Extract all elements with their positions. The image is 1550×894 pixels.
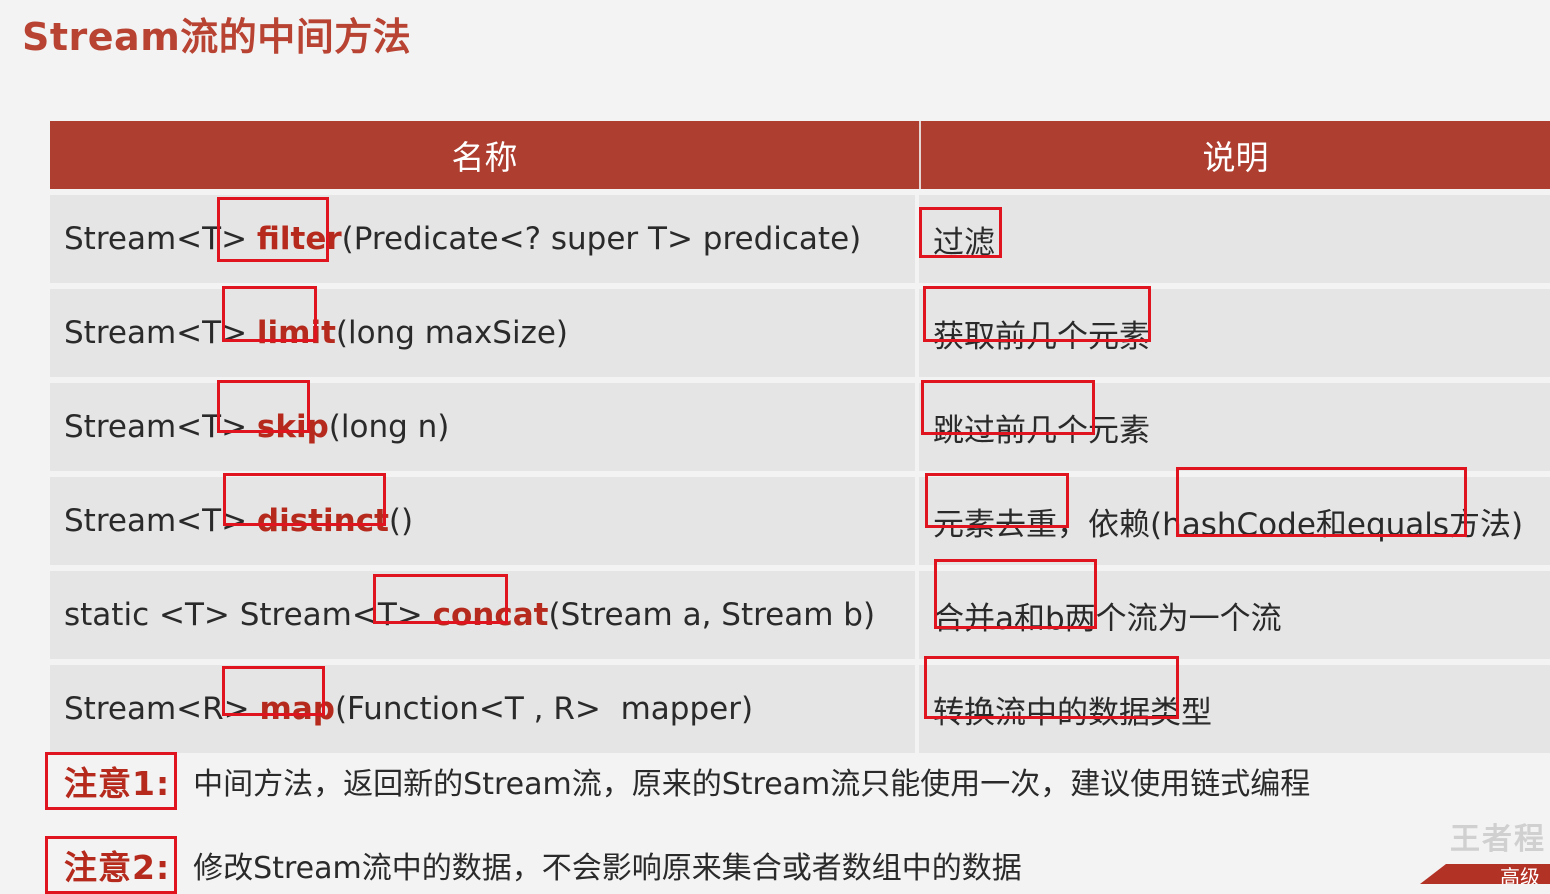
method-signature: Stream<T> distinct() <box>50 477 919 565</box>
method-description: 跳过前几个元素 <box>933 412 1150 449</box>
slide-title: Stream流的中间方法 <box>22 15 412 59</box>
method-name: map <box>259 691 335 727</box>
table-row: Stream<T> distinct() 元素去重，依赖(hashCode和eq… <box>50 477 1550 565</box>
return-type: Stream<T> <box>64 409 257 445</box>
table-row: static <T> Stream<T> concat (Stream a, St… <box>50 571 1550 659</box>
table-row: Stream<T> filter (Predicate<? super T> pr… <box>50 195 1550 283</box>
method-signature: Stream<R> map (Function<T , R> mapper) <box>50 665 919 753</box>
method-name: skip <box>256 409 329 445</box>
table-row: Stream<T> limit (long maxSize) 获取前几个元素 <box>50 289 1550 377</box>
return-type: Stream<T> <box>64 221 257 257</box>
note-2: 注意2: 修改Stream流中的数据，不会影响原来集合或者数组中的数据 <box>45 836 1022 894</box>
note-1: 注意1: 中间方法，返回新的Stream流，原来的Stream流只能使用一次，建… <box>45 752 1310 810</box>
return-type: static <T> Stream<T> <box>64 597 433 633</box>
table-row: Stream<T> skip (long n) 跳过前几个元素 <box>50 383 1550 471</box>
method-params: (long n) <box>328 409 450 445</box>
method-description: 元素去重，依赖(hashCode和equals方法) <box>933 506 1524 543</box>
table-header: 名称 说明 <box>50 121 1550 189</box>
note-label: 注意2: <box>45 836 178 894</box>
method-name: concat <box>432 597 549 633</box>
return-type: Stream<R> <box>64 691 260 727</box>
table-row: Stream<R> map (Function<T , R> mapper) 转换… <box>50 665 1550 753</box>
return-type: Stream<T> <box>64 503 257 539</box>
method-params: () <box>388 503 414 539</box>
method-signature: Stream<T> filter (Predicate<? super T> pr… <box>50 195 919 283</box>
method-description: 获取前几个元素 <box>933 318 1150 355</box>
method-signature: Stream<T> skip (long n) <box>50 383 919 471</box>
method-signature: Stream<T> limit (long maxSize) <box>50 289 919 377</box>
method-params: (Function<T , R> mapper) <box>334 691 754 727</box>
method-name: filter <box>256 221 342 257</box>
note-label: 注意1: <box>45 752 178 810</box>
method-name: distinct <box>256 503 389 539</box>
watermark: 王者程 <box>1450 822 1546 857</box>
method-params: (Stream a, Stream b) <box>548 597 876 633</box>
method-description: 过滤 <box>933 224 995 261</box>
header-name: 名称 <box>50 121 921 189</box>
return-type: Stream<T> <box>64 315 257 351</box>
method-signature: static <T> Stream<T> concat (Stream a, St… <box>50 571 919 659</box>
corner-decoration: 高级 <box>1420 864 1550 884</box>
method-params: (long maxSize) <box>335 315 569 351</box>
note-text: 修改Stream流中的数据，不会影响原来集合或者数组中的数据 <box>193 851 1022 886</box>
method-name: limit <box>256 315 336 351</box>
header-description: 说明 <box>1202 138 1269 177</box>
note-text: 中间方法，返回新的Stream流，原来的Stream流只能使用一次，建议使用链式… <box>193 767 1311 802</box>
api-table: 名称 说明 Stream<T> filter (Predicate<? super… <box>50 121 1550 753</box>
method-description: 转换流中的数据类型 <box>933 694 1212 731</box>
corner-label: 高级 <box>1500 865 1540 889</box>
method-params: (Predicate<? super T> predicate) <box>341 221 862 257</box>
method-description: 合并a和b两个流为一个流 <box>933 600 1282 637</box>
